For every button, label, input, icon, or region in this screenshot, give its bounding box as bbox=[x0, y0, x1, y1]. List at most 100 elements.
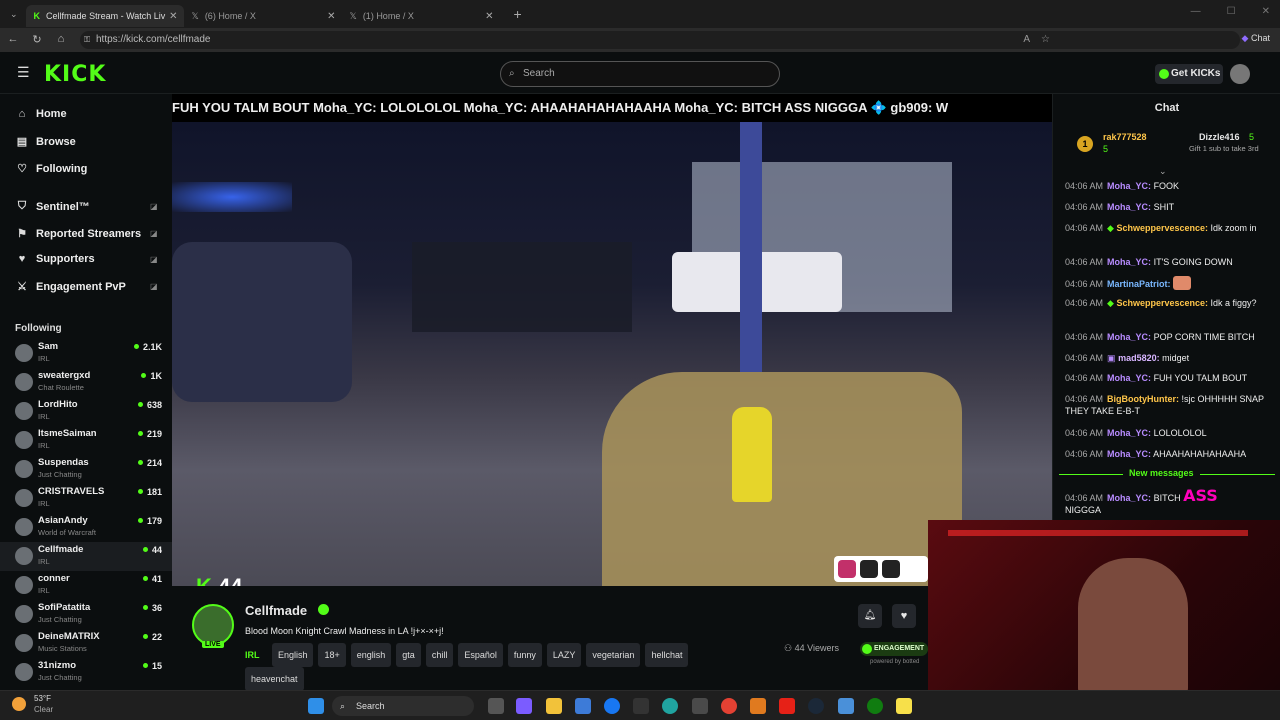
gifter-name[interactable]: rak777528 bbox=[1103, 132, 1147, 142]
close-icon[interactable]: ✕ bbox=[169, 11, 177, 22]
expand-chevron-icon[interactable]: ⌄ bbox=[1159, 166, 1167, 177]
kick-logo[interactable]: KICK bbox=[44, 62, 106, 87]
following-item[interactable]: Cellfmade IRL 44 bbox=[0, 542, 172, 571]
video-player[interactable]: FUH YOU TALM BOUT Moha_YC: LOLOLOLOL Moh… bbox=[172, 94, 1052, 586]
message-user[interactable]: Moha_YC: bbox=[1107, 428, 1151, 438]
tag[interactable]: funny bbox=[507, 643, 542, 667]
close-icon[interactable]: ✕ bbox=[327, 11, 335, 22]
message-user[interactable]: MartinaPatriot: bbox=[1107, 279, 1171, 289]
tag[interactable]: English bbox=[271, 643, 314, 667]
amazon-icon[interactable] bbox=[633, 698, 649, 714]
edge-icon[interactable] bbox=[662, 698, 678, 714]
back-icon[interactable]: ← bbox=[6, 33, 20, 47]
message-user[interactable]: Moha_YC: bbox=[1107, 332, 1151, 342]
tag[interactable]: chill bbox=[425, 643, 454, 667]
tab-x-home-1[interactable]: 𝕏 (6) Home / X ✕ bbox=[184, 5, 342, 27]
extension-icon[interactable]: ◪ bbox=[150, 202, 158, 211]
following-item[interactable]: conner IRL 41 bbox=[0, 571, 172, 600]
facebook-icon[interactable] bbox=[604, 698, 620, 714]
close-icon[interactable]: ✕ bbox=[485, 11, 493, 22]
copilot-icon[interactable] bbox=[516, 698, 532, 714]
windows-start-icon[interactable] bbox=[308, 698, 324, 714]
message-user[interactable]: BigBootyHunter: bbox=[1107, 394, 1179, 404]
tab-x-home-2[interactable]: 𝕏 (1) Home / X ✕ bbox=[342, 5, 500, 27]
tag[interactable]: LAZY bbox=[546, 643, 582, 667]
minimize-icon[interactable]: — bbox=[1191, 6, 1201, 17]
tag[interactable]: vegetarian bbox=[586, 643, 641, 667]
sidebar-item-home[interactable]: ⌂ Home bbox=[16, 108, 67, 120]
tag[interactable]: gta bbox=[396, 643, 421, 667]
message-user[interactable]: Moha_YC: bbox=[1107, 181, 1151, 191]
following-item[interactable]: Sam IRL 2.1K bbox=[0, 339, 172, 368]
message-user[interactable]: Moha_YC: bbox=[1107, 257, 1151, 267]
xbox-icon[interactable] bbox=[867, 698, 883, 714]
taskbar-search[interactable]: ⌕ Search bbox=[332, 696, 474, 716]
sidebar-item-following[interactable]: ♡ Following bbox=[16, 162, 87, 176]
tag[interactable]: 18+ bbox=[318, 643, 346, 667]
new-tab-icon[interactable]: + bbox=[514, 6, 522, 22]
tab-menu-icon[interactable]: ⌄ bbox=[10, 9, 18, 20]
following-item[interactable]: CRISTRAVELS IRL 181 bbox=[0, 484, 172, 513]
search-input[interactable]: ⌕ Search bbox=[500, 61, 780, 87]
tab-cellfmade[interactable]: K Cellfmade Stream - Watch Liv ✕ bbox=[25, 5, 184, 27]
tag[interactable]: hellchat bbox=[645, 643, 689, 667]
following-item[interactable]: AsianAndy World of Warcraft 179 bbox=[0, 513, 172, 542]
youtube-icon[interactable] bbox=[779, 698, 795, 714]
follow-heart-button[interactable]: ♥ bbox=[892, 604, 916, 628]
message-user[interactable]: Moha_YC: bbox=[1107, 373, 1151, 383]
message-time: 04:06 AM bbox=[1065, 493, 1104, 503]
following-item[interactable]: 31nizmo Just Chatting 15 bbox=[0, 658, 172, 687]
avatar[interactable] bbox=[192, 604, 234, 646]
following-item[interactable]: Suspendas Just Chatting 214 bbox=[0, 455, 172, 484]
read-aloud-icon[interactable]: A bbox=[1023, 31, 1030, 49]
menu-icon[interactable]: ☰ bbox=[17, 64, 30, 81]
reload-icon[interactable]: ↻ bbox=[30, 33, 44, 47]
following-item[interactable]: DeineMATRIX Music Stations 22 bbox=[0, 629, 172, 658]
file-explorer-icon[interactable] bbox=[546, 698, 562, 714]
following-item[interactable]: SofiPatatita Just Chatting 36 bbox=[0, 600, 172, 629]
extension-icon[interactable]: ◪ bbox=[150, 282, 158, 291]
following-item[interactable]: ItsmeSaiman IRL 219 bbox=[0, 426, 172, 455]
tag[interactable]: Español bbox=[458, 643, 503, 667]
message-user[interactable]: Schwepp­ervescence: bbox=[1116, 223, 1208, 233]
following-item[interactable]: LordHito IRL 638 bbox=[0, 397, 172, 426]
sidebar-item-engagement-pvp[interactable]: ⚔ Engagement PvP bbox=[16, 280, 126, 294]
sidebar-item-browse[interactable]: ▤ Browse bbox=[16, 135, 76, 149]
new-messages-divider[interactable]: New messages bbox=[1059, 468, 1275, 486]
app-icon[interactable] bbox=[838, 698, 854, 714]
message-user[interactable]: Moha_YC: bbox=[1107, 493, 1151, 503]
get-kicks-button[interactable]: Get KICKs bbox=[1155, 64, 1223, 84]
calculator-icon[interactable] bbox=[692, 698, 708, 714]
steam-icon[interactable] bbox=[808, 698, 824, 714]
store-icon[interactable] bbox=[575, 698, 591, 714]
message-text: AHAAHAHAHAHAAHA bbox=[1153, 449, 1247, 459]
home-icon[interactable]: ⌂ bbox=[54, 33, 68, 47]
message-user[interactable]: Moha_YC: bbox=[1107, 449, 1151, 459]
avatar[interactable] bbox=[1230, 64, 1250, 84]
sticky-notes-icon[interactable] bbox=[896, 698, 912, 714]
weather-temp[interactable]: 53°F bbox=[34, 694, 51, 703]
task-view-icon[interactable] bbox=[488, 698, 504, 714]
close-window-icon[interactable]: ✕ bbox=[1262, 6, 1270, 17]
sidebar-item-reported-streamers[interactable]: ⚑ Reported Streamers bbox=[16, 227, 141, 241]
url-field[interactable]: ⚿ https://kick.com/cellfmade A ☆ bbox=[80, 31, 1240, 49]
extension-icon[interactable]: ◪ bbox=[150, 229, 158, 238]
chrome-icon[interactable] bbox=[721, 698, 737, 714]
tag[interactable]: english bbox=[350, 643, 392, 667]
favorite-star-icon[interactable]: ☆ bbox=[1041, 31, 1050, 49]
app-icon[interactable] bbox=[750, 698, 766, 714]
extension-icon[interactable]: ◪ bbox=[150, 255, 158, 264]
sidebar-item-sentinel[interactable]: ⛉ Sentinel™ bbox=[16, 200, 90, 213]
message-user[interactable]: mad5820: bbox=[1118, 353, 1160, 363]
copilot-chat-button[interactable]: ◆ Chat bbox=[1242, 33, 1270, 44]
sidebar-item-supporters[interactable]: ♥ Supporters bbox=[16, 253, 95, 265]
message-user[interactable]: Moha_YC: bbox=[1107, 202, 1151, 212]
category-link[interactable]: IRL bbox=[245, 650, 260, 660]
gifter-name[interactable]: Dizzle416 bbox=[1199, 132, 1240, 142]
channel-name[interactable]: Cellfmade bbox=[245, 603, 307, 618]
following-item[interactable]: sweatergxd Chat Roulette 1K bbox=[0, 368, 172, 397]
tag[interactable]: heavenchat bbox=[245, 667, 304, 691]
maximize-icon[interactable]: ☐ bbox=[1227, 6, 1236, 17]
notify-bell-button[interactable]: 🔔︎ bbox=[858, 604, 882, 628]
message-user[interactable]: Schwepp­ervescence: bbox=[1116, 298, 1208, 308]
